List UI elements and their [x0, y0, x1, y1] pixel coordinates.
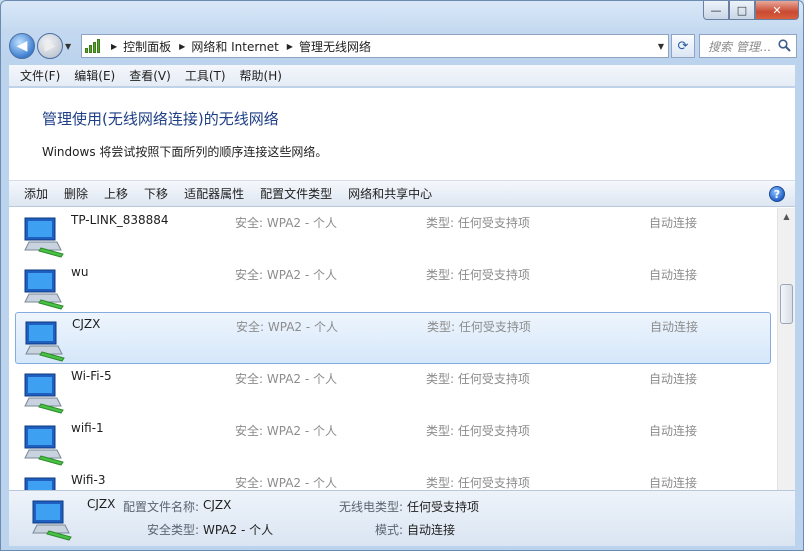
- network-mode: 自动连接: [649, 476, 698, 490]
- details-security-value: WPA2 - 个人: [203, 523, 274, 537]
- network-row[interactable]: Wi-Fi-5 安全: WPA2 - 个人 类型: 任何受支持项 自动连接: [9, 364, 773, 416]
- network-row-selected[interactable]: CJZX 安全: WPA2 - 个人 类型: 任何受支持项 自动连接: [15, 312, 771, 364]
- scrollbar-thumb[interactable]: [780, 284, 793, 324]
- network-name: CJZX: [72, 317, 101, 331]
- command-toolbar: 添加 删除 上移 下移 适配器属性 配置文件类型 网络和共享中心 ?: [9, 180, 795, 207]
- network-list: TP-LINK_838884 安全: WPA2 - 个人 类型: 任何受支持项 …: [9, 208, 773, 490]
- network-name: wu: [71, 265, 89, 279]
- network-security: 安全: WPA2 - 个人: [235, 476, 337, 490]
- address-dropdown-icon[interactable]: ▼: [658, 42, 664, 51]
- wireless-network-icon: [24, 425, 64, 466]
- network-name: Wifi-3: [71, 473, 106, 487]
- network-mode: 自动连接: [649, 424, 698, 438]
- network-mode: 自动连接: [649, 372, 698, 386]
- breadcrumb-control-panel[interactable]: 控制面板: [123, 38, 171, 55]
- wireless-network-icon: [24, 477, 56, 490]
- maximize-button[interactable]: □: [729, 1, 755, 20]
- network-security: 安全: WPA2 - 个人: [235, 372, 337, 386]
- network-mode: 自动连接: [649, 216, 698, 230]
- network-type: 类型: 任何受支持项: [426, 476, 530, 490]
- breadcrumb-manage-wireless[interactable]: 管理无线网络: [299, 38, 371, 55]
- scroll-up-arrow-icon[interactable]: ▲: [778, 208, 795, 224]
- details-profile-value: CJZX: [203, 498, 232, 512]
- recent-pages-dropdown[interactable]: ▼: [65, 42, 75, 51]
- menu-help[interactable]: 帮助(H): [235, 67, 287, 84]
- details-radio-label: 无线电类型:: [339, 500, 404, 514]
- search-placeholder: 搜索 管理...: [708, 39, 772, 54]
- network-name: Wi-Fi-5: [71, 369, 112, 383]
- network-security: 安全: WPA2 - 个人: [236, 320, 338, 334]
- search-icon[interactable]: [778, 39, 791, 52]
- page-description: Windows 将尝试按照下面所列的顺序连接这些网络。: [42, 145, 328, 159]
- menu-file[interactable]: 文件(F): [15, 67, 65, 84]
- menu-edit[interactable]: 编辑(E): [69, 67, 120, 84]
- network-signal-icon: [85, 39, 103, 53]
- network-type: 类型: 任何受支持项: [426, 216, 530, 230]
- details-mode-label: 模式:: [375, 523, 404, 537]
- remove-button[interactable]: 删除: [56, 185, 96, 202]
- network-type: 类型: 任何受支持项: [426, 268, 530, 282]
- back-button[interactable]: ◀: [9, 33, 35, 59]
- wireless-network-icon: [24, 269, 64, 310]
- search-input[interactable]: 搜索 管理...: [699, 34, 797, 58]
- header-area: 管理使用(无线网络连接)的无线网络 Windows 将尝试按照下面所列的顺序连接…: [9, 88, 795, 180]
- details-pane: CJZX 配置文件名称: CJZX 无线电类型: 任何受支持项 安全类型: WP…: [9, 490, 795, 546]
- profile-types-button[interactable]: 配置文件类型: [252, 185, 340, 202]
- wireless-network-icon: [24, 217, 64, 258]
- breadcrumb-separator-icon[interactable]: ▶: [287, 42, 293, 51]
- move-up-button[interactable]: 上移: [96, 185, 136, 202]
- move-down-button[interactable]: 下移: [136, 185, 176, 202]
- network-security: 安全: WPA2 - 个人: [235, 424, 337, 438]
- breadcrumb-separator-icon[interactable]: ▶: [111, 42, 117, 51]
- network-row[interactable]: TP-LINK_838884 安全: WPA2 - 个人 类型: 任何受支持项 …: [9, 208, 773, 260]
- adapter-properties-button[interactable]: 适配器属性: [176, 185, 252, 202]
- network-type: 类型: 任何受支持项: [427, 320, 531, 334]
- menu-view[interactable]: 查看(V): [124, 67, 176, 84]
- details-mode-value: 自动连接: [407, 523, 456, 537]
- breadcrumb-network-internet[interactable]: 网络和 Internet: [191, 38, 278, 55]
- network-sharing-center-button[interactable]: 网络和共享中心: [340, 185, 440, 202]
- network-name: wifi-1: [71, 421, 104, 435]
- close-button[interactable]: ✕: [755, 1, 799, 20]
- details-network-name: CJZX: [87, 497, 116, 511]
- network-row[interactable]: Wifi-3 安全: WPA2 - 个人 类型: 任何受支持项 自动连接: [9, 468, 773, 490]
- details-radio-value: 任何受支持项: [407, 500, 480, 514]
- wireless-network-icon: [32, 500, 72, 541]
- details-security-label: 安全类型:: [147, 523, 200, 537]
- page-title: 管理使用(无线网络连接)的无线网络: [42, 110, 279, 128]
- forward-button[interactable]: ▶: [37, 33, 63, 59]
- network-mode: 自动连接: [649, 268, 698, 282]
- help-icon[interactable]: ?: [769, 186, 785, 202]
- wireless-network-icon: [24, 373, 64, 414]
- refresh-button[interactable]: ⟳: [671, 34, 695, 58]
- network-name: TP-LINK_838884: [71, 213, 169, 227]
- network-mode: 自动连接: [650, 320, 699, 334]
- wireless-network-icon: [25, 321, 65, 362]
- menu-bar: 文件(F) 编辑(E) 查看(V) 工具(T) 帮助(H): [9, 65, 795, 87]
- network-security: 安全: WPA2 - 个人: [235, 268, 337, 282]
- window: — □ ✕ ◀ ▶ ▼ ▶ 控制面板 ▶ 网络和 Internet ▶ 管理无线…: [0, 0, 804, 551]
- navigation-bar: ◀ ▶ ▼ ▶ 控制面板 ▶ 网络和 Internet ▶ 管理无线网络 ▼ ⟳…: [9, 32, 797, 60]
- menu-tools[interactable]: 工具(T): [180, 67, 231, 84]
- network-row[interactable]: wu 安全: WPA2 - 个人 类型: 任何受支持项 自动连接: [9, 260, 773, 312]
- network-type: 类型: 任何受支持项: [426, 372, 530, 386]
- network-row[interactable]: wifi-1 安全: WPA2 - 个人 类型: 任何受支持项 自动连接: [9, 416, 773, 468]
- network-security: 安全: WPA2 - 个人: [235, 216, 337, 230]
- network-type: 类型: 任何受支持项: [426, 424, 530, 438]
- add-button[interactable]: 添加: [16, 185, 56, 202]
- vertical-scrollbar[interactable]: ▲: [777, 208, 795, 490]
- caption-buttons: — □ ✕: [703, 1, 799, 20]
- details-profile-label: 配置文件名称:: [123, 500, 200, 514]
- minimize-button[interactable]: —: [703, 1, 729, 20]
- breadcrumb-separator-icon[interactable]: ▶: [179, 42, 185, 51]
- content-pane: 管理使用(无线网络连接)的无线网络 Windows 将尝试按照下面所列的顺序连接…: [9, 88, 795, 546]
- address-bar[interactable]: ▶ 控制面板 ▶ 网络和 Internet ▶ 管理无线网络 ▼: [81, 34, 669, 58]
